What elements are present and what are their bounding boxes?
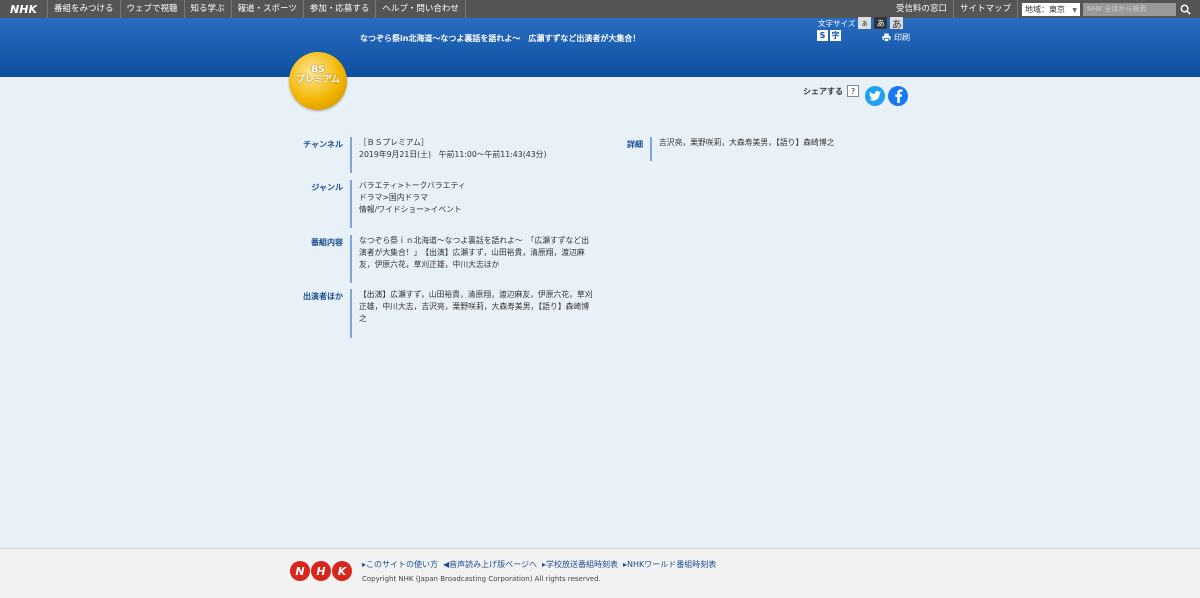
- nav-find-programs[interactable]: 番組をみつける: [48, 0, 121, 18]
- search-input[interactable]: NHK 全体から検索: [1083, 2, 1176, 16]
- genre-line: ドラマ>国内ドラマ: [359, 193, 428, 202]
- cast-label: 出演者ほか: [303, 292, 343, 301]
- footer-links: ▸このサイトの使い方 ◀音声読み上げ版ページへ ▸学校放送番組時刻表 ▸NHKワ…: [362, 559, 721, 570]
- logo-letter: K: [332, 561, 352, 581]
- program-title: なつぞら祭in北海道〜なつよ裏話を語れよ〜 広瀬すずなど出演者が大集合！: [360, 34, 641, 43]
- footer-link-nhk-world-schedule[interactable]: ▸NHKワールド番組時刻表: [623, 559, 716, 570]
- content-label: 番組内容: [311, 238, 343, 247]
- content-line: 友，伊原六花，草刈正雄，中川大志ほか: [359, 260, 500, 269]
- share-area: シェアする ?: [803, 85, 859, 97]
- share-help-button[interactable]: ?: [847, 85, 859, 97]
- nav-watch-web[interactable]: ウェブで視聴: [121, 0, 185, 18]
- stereo-badge: S: [817, 30, 828, 41]
- detail-value: 吉沢亮，栗野咲莉，大森寿美男，【語り】森崎博之: [650, 137, 834, 161]
- print-label: 印刷: [894, 33, 910, 42]
- cast-line: 【出演】広瀬すず，山田裕貴，清原翔，渡辺麻友，伊原六花，草刈: [359, 290, 593, 299]
- channel-value: ［ＢＳプレミアム］ 2019年9月21日(土) 午前11:00〜午前11:43(…: [350, 137, 547, 173]
- nav-help[interactable]: ヘルプ・問い合わせ: [376, 0, 466, 18]
- nav-sitemap[interactable]: サイトマップ: [954, 0, 1018, 18]
- program-header: なつぞら祭in北海道〜なつよ裏話を語れよ〜 広瀬すずなど出演者が大集合！: [0, 18, 1200, 77]
- region-value: 地域：東京: [1025, 4, 1065, 14]
- nav-participate[interactable]: 参加・応募する: [304, 0, 377, 18]
- chevron-down-icon: ▼: [1072, 6, 1077, 14]
- footer-link-audio-version[interactable]: ◀音声読み上げ版ページへ: [443, 559, 537, 570]
- nav-learn[interactable]: 知る学ぶ: [185, 0, 232, 18]
- channel-label: チャンネル: [303, 140, 343, 149]
- bs-premium-logo: BS プレミアム: [289, 52, 347, 110]
- font-size-control: 文字サイズ あ あ あ: [818, 17, 904, 31]
- genre-line: バラエティ>トークバラエティ: [359, 181, 466, 190]
- font-size-label: 文字サイズ: [818, 18, 856, 28]
- detail-row-genre: ジャンル バラエティ>トークバラエティ ドラマ>国内ドラマ 情報/ワイドショー>…: [290, 180, 466, 228]
- search-icon[interactable]: [1178, 2, 1192, 16]
- cast-value: 【出演】広瀬すず，山田裕貴，清原翔，渡辺麻友，伊原六花，草刈 正雄，中川大志，吉…: [350, 289, 593, 338]
- content-line: なつぞら祭ｉｎ北海道〜なつよ裏話を語れよ〜 「広瀬すずなど出: [359, 236, 590, 245]
- detail-row-cast: 出演者ほか 【出演】広瀬すず，山田裕貴，清原翔，渡辺麻友，伊原六花，草刈 正雄，…: [290, 289, 593, 338]
- content-value: なつぞら祭ｉｎ北海道〜なつよ裏話を語れよ〜 「広瀬すずなど出 演者が大集合！」 …: [350, 235, 589, 283]
- twitter-icon[interactable]: [865, 86, 885, 106]
- footer-link-school-schedule[interactable]: ▸学校放送番組時刻表: [542, 559, 618, 570]
- bs-logo-line1: BS: [311, 65, 325, 75]
- genre-line: 情報/ワイドショー>イベント: [359, 205, 462, 214]
- region-select[interactable]: 地域：東京 ▼: [1022, 2, 1080, 16]
- font-size-large-button[interactable]: あ: [890, 17, 904, 31]
- program-badges: S 字: [817, 30, 843, 41]
- detail-label: 詳細: [627, 140, 643, 149]
- detail-row-detail: 詳細 吉沢亮，栗野咲莉，大森寿美男，【語り】森崎博之: [590, 137, 834, 161]
- printer-icon: [882, 33, 891, 42]
- facebook-icon[interactable]: [888, 86, 908, 106]
- nhk-logo[interactable]: NHK: [0, 0, 48, 18]
- footer-link-how-to-use[interactable]: ▸このサイトの使い方: [362, 559, 438, 570]
- genre-value: バラエティ>トークバラエティ ドラマ>国内ドラマ 情報/ワイドショー>イベント: [350, 180, 466, 228]
- channel-line: ［ＢＳプレミアム］: [359, 138, 429, 147]
- copyright-text: Copyright NHK (Japan Broadcasting Corpor…: [362, 575, 601, 583]
- bs-logo-line2: プレミアム: [295, 75, 341, 85]
- logo-letter: N: [290, 561, 310, 581]
- share-label: シェアする: [803, 86, 843, 96]
- detail-row-content: 番組内容 なつぞら祭ｉｎ北海道〜なつよ裏話を語れよ〜 「広瀬すずなど出 演者が大…: [290, 235, 589, 283]
- subtitle-badge: 字: [830, 30, 841, 41]
- cast-line: 之: [359, 314, 367, 323]
- page-footer: N H K ▸このサイトの使い方 ◀音声読み上げ版ページへ ▸学校放送番組時刻表…: [0, 548, 1200, 598]
- logo-letter: H: [311, 561, 331, 581]
- footer-nhk-logo[interactable]: N H K: [290, 561, 353, 581]
- content-line: 演者が大集合！」 【出演】広瀬すず，山田裕貴，清原翔，渡辺麻: [359, 248, 585, 257]
- font-size-medium-button[interactable]: あ: [874, 17, 888, 29]
- print-button[interactable]: 印刷: [882, 32, 910, 43]
- genre-label: ジャンル: [311, 183, 343, 192]
- detail-row-channel: チャンネル ［ＢＳプレミアム］ 2019年9月21日(土) 午前11:00〜午前…: [290, 137, 547, 173]
- cast-line: 正雄，中川大志，吉沢亮，栗野咲莉，大森寿美男，【語り】森崎博: [359, 302, 590, 311]
- detail-line: 吉沢亮，栗野咲莉，大森寿美男，【語り】森崎博之: [659, 138, 835, 147]
- global-nav: NHK 番組をみつける ウェブで視聴 知る学ぶ 報道・スポーツ 参加・応募する …: [0, 0, 1200, 18]
- nav-news-sports[interactable]: 報道・スポーツ: [232, 0, 304, 18]
- font-size-small-button[interactable]: あ: [858, 17, 872, 29]
- channel-line: 2019年9月21日(土) 午前11:00〜午前11:43(43分): [359, 150, 547, 159]
